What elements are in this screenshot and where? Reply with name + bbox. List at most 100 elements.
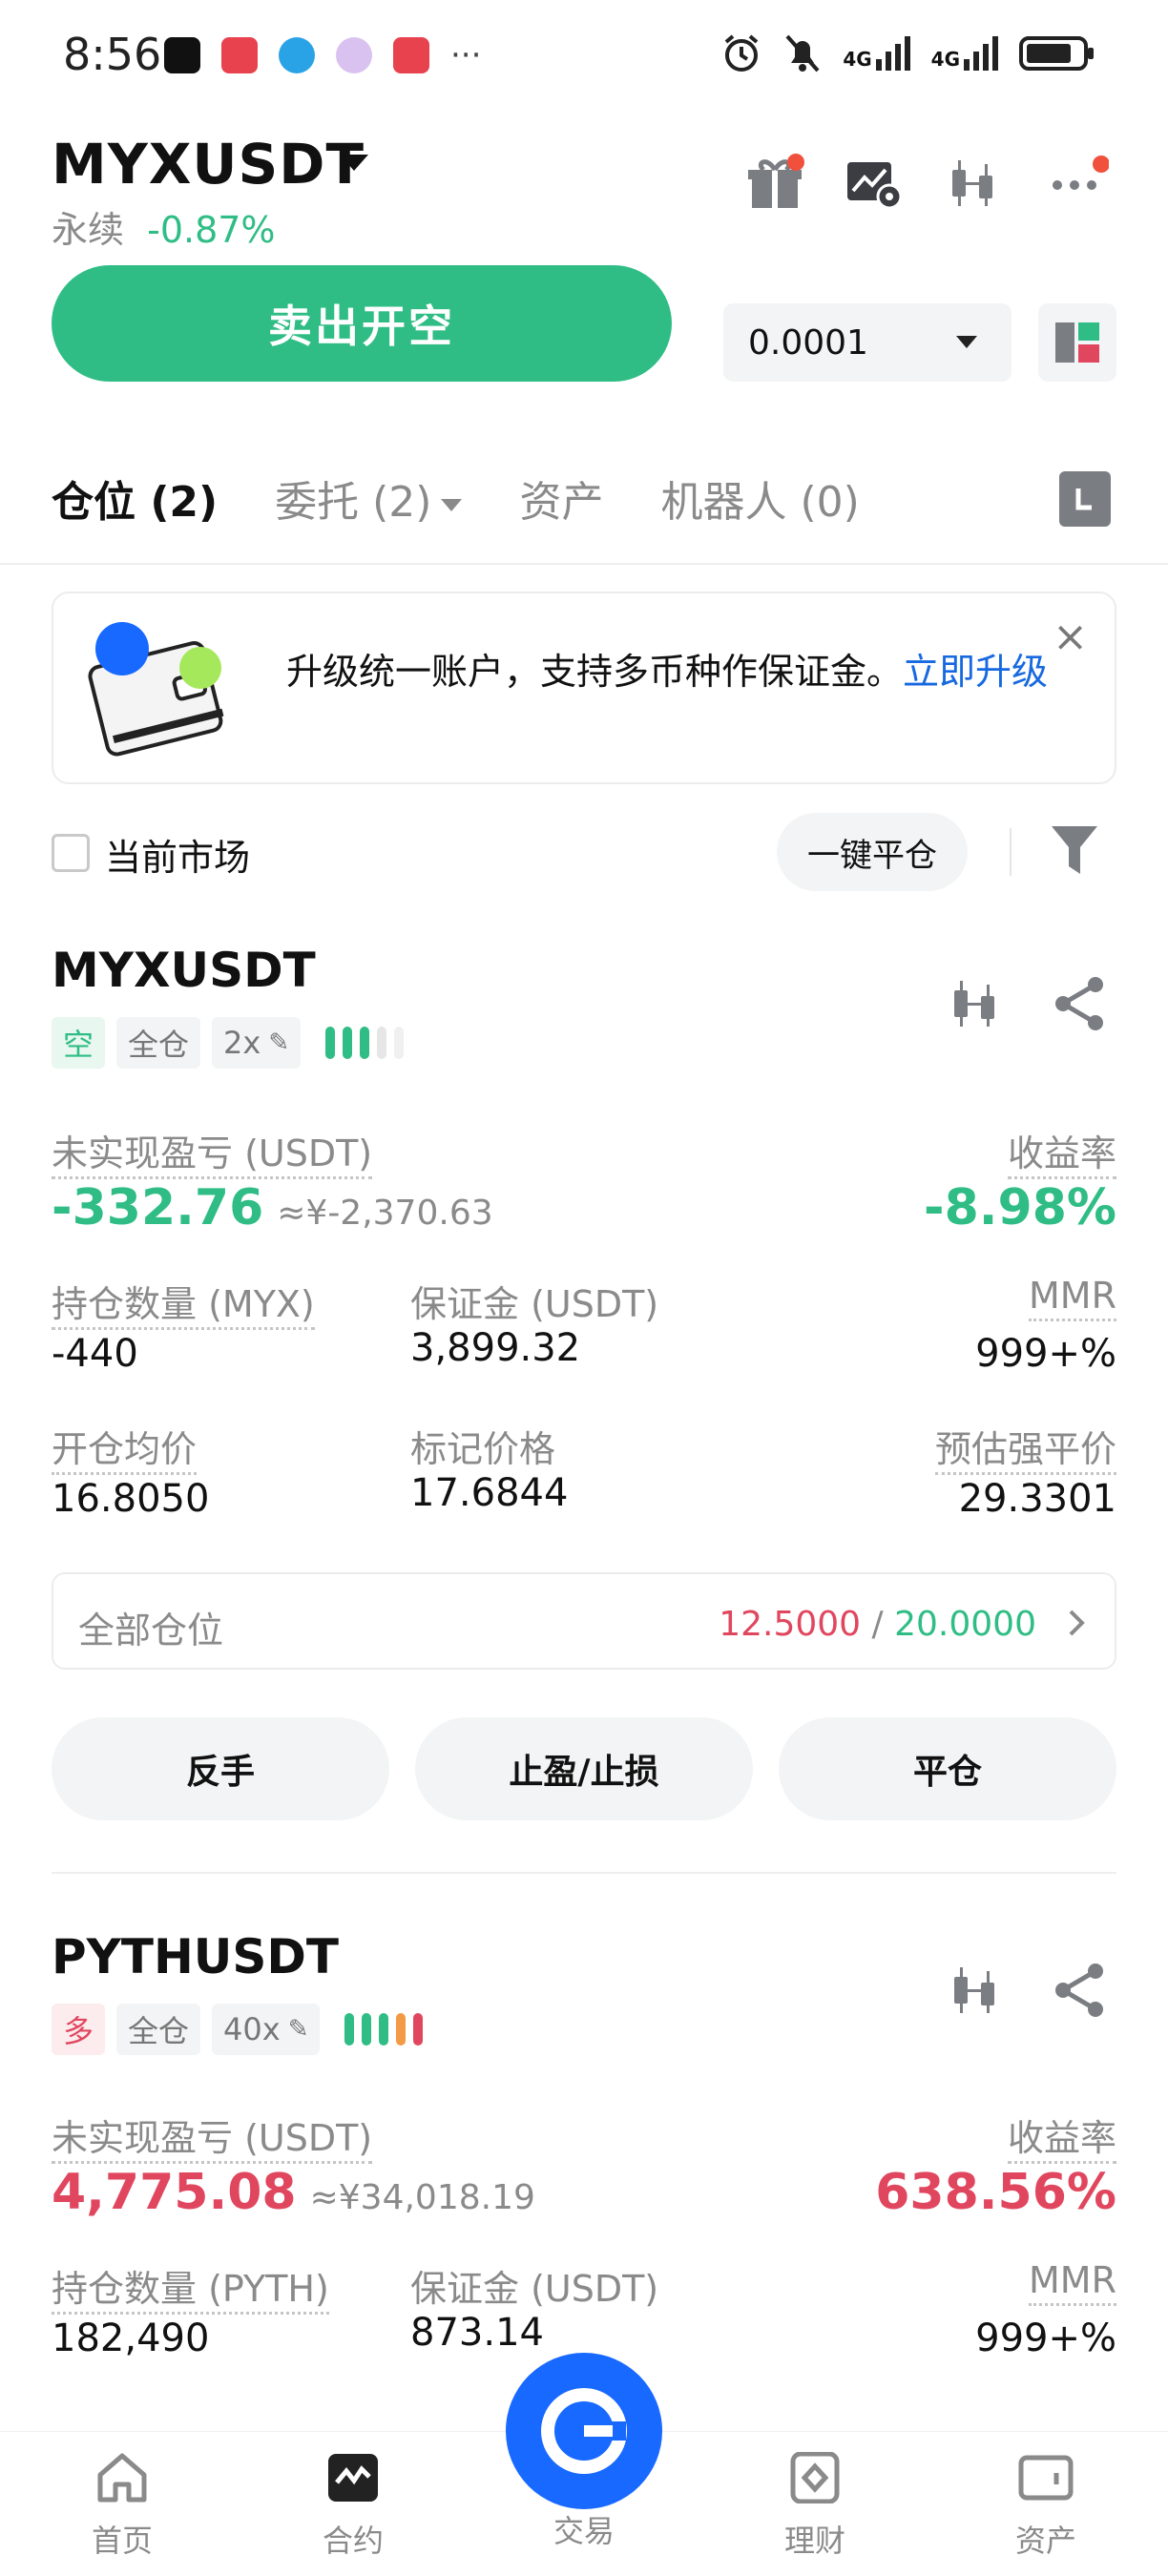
chevron-right-icon <box>1069 1610 1085 1636</box>
quantity-value: 0.0001 <box>748 322 868 363</box>
position-divider <box>52 1872 1116 1874</box>
mute-icon <box>785 34 820 73</box>
huawei-app-icon <box>221 37 258 73</box>
risk-bar <box>325 1027 336 1059</box>
candlestick-icon[interactable] <box>945 973 1006 1034</box>
layout-icon <box>1055 322 1099 363</box>
nav-trade-label[interactable]: 交易 <box>508 2498 660 2551</box>
gallery-icon <box>336 37 372 73</box>
filter-icon[interactable] <box>1050 822 1099 876</box>
all-positions-row[interactable]: 全部仓位 12.5000 / 20.0000 <box>52 1572 1116 1670</box>
unrealized-pnl-label: 未实现盈亏 (USDT) <box>52 1124 373 1179</box>
roe-label: 收益率 <box>1007 1124 1116 1179</box>
quantity-precision-select[interactable]: 0.0001 <box>723 303 1012 382</box>
upgrade-banner[interactable]: 升级统一账户，支持多币种作保证金。立即升级 × <box>52 592 1116 784</box>
all-positions-label: 全部仓位 <box>78 1610 224 1652</box>
more-notifications: ··· <box>450 36 482 74</box>
entry-price-label: 开仓均价 <box>52 1420 198 1475</box>
close-position-button[interactable]: 平仓 <box>779 1717 1116 1820</box>
history-icon[interactable] <box>1059 471 1111 527</box>
all-positions-values: 12.5000 / 20.0000 <box>719 1605 1036 1644</box>
roe-label: 收益率 <box>1007 2109 1116 2164</box>
risk-bar <box>362 2013 372 2046</box>
current-market-checkbox[interactable] <box>52 834 90 872</box>
mmr-label: MMR <box>1029 1275 1116 1321</box>
position-tabs: 仓位 (2) 委托 (2) 资产 机器人 (0) <box>52 467 860 529</box>
pair-selector[interactable]: MYXUSDT <box>52 132 365 197</box>
upgrade-link[interactable]: 立即升级 <box>903 651 1048 693</box>
mark-price-value: 17.6844 <box>410 1471 569 1515</box>
entry-price-value: 16.8050 <box>52 1477 210 1521</box>
signal-2-icon: 4G <box>931 36 998 71</box>
nav-home[interactable]: 首页 <box>46 2452 198 2561</box>
position-size-value: 182,490 <box>52 2316 210 2360</box>
trade-icon <box>541 2388 627 2474</box>
tab-positions[interactable]: 仓位 (2) <box>52 467 218 529</box>
wallet-icon <box>1018 2455 1074 2501</box>
position-symbol[interactable]: MYXUSDT <box>52 943 316 998</box>
mark-price-label: 标记价格 <box>410 1428 556 1470</box>
candlestick-icon[interactable] <box>943 153 1004 214</box>
unrealized-pnl-value: -332.76 <box>52 1179 264 1236</box>
nav-finance[interactable]: 理财 <box>739 2451 891 2561</box>
unrealized-pnl-label: 未实现盈亏 (USDT) <box>52 2109 373 2164</box>
chevron-down-icon[interactable] <box>340 155 368 171</box>
position-tags: 多 全仓 40x ✎ <box>52 2004 424 2055</box>
current-market-label: 当前市场 <box>105 837 251 879</box>
finance-icon <box>790 2451 840 2504</box>
candlestick-icon[interactable] <box>945 1960 1006 2021</box>
huawei-store-icon <box>393 37 429 73</box>
more-icon[interactable] <box>1048 153 1109 214</box>
unrealized-pnl-cny: ≈¥-2,370.63 <box>277 1194 493 1233</box>
risk-bar <box>377 1027 387 1059</box>
status-app-icons: ··· <box>164 36 481 74</box>
wallet-illustration-icon <box>88 622 224 757</box>
share-icon[interactable] <box>1050 1960 1111 2021</box>
tab-bots[interactable]: 机器人 (0) <box>660 467 859 529</box>
roe-value: -8.98% <box>924 1179 1116 1236</box>
orderbook-layout-button[interactable] <box>1038 303 1116 382</box>
battery-icon <box>1019 36 1094 71</box>
position-size-label: 持仓数量 (PYTH) <box>52 2259 329 2315</box>
gift-icon[interactable] <box>744 153 805 214</box>
risk-bar <box>396 2013 407 2046</box>
risk-bar <box>394 1027 405 1059</box>
alarm-icon <box>725 34 759 72</box>
margin-label: 保证金 (USDT) <box>410 1283 659 1325</box>
tiktok-icon <box>164 37 200 73</box>
risk-level-bars <box>344 2013 424 2046</box>
unrealized-pnl-value: 4,775.08 <box>52 2164 297 2221</box>
pair-subtitle: 永续 -0.87% <box>52 200 276 253</box>
close-all-button[interactable]: 一键平仓 <box>777 813 968 891</box>
unrealized-pnl-cny: ≈¥34,018.19 <box>309 2178 535 2217</box>
reverse-button[interactable]: 反手 <box>52 1717 389 1820</box>
position-symbol[interactable]: PYTHUSDT <box>52 1929 339 1984</box>
close-icon[interactable]: × <box>1053 616 1088 658</box>
position-size-label: 持仓数量 (MYX) <box>52 1275 315 1330</box>
contract-type: 永续 <box>52 209 125 251</box>
side-badge: 多 <box>52 2004 106 2055</box>
liq-price-label: 预估强平价 <box>934 1420 1116 1475</box>
tab-assets[interactable]: 资产 <box>519 467 603 529</box>
leverage-button[interactable]: 2x ✎ <box>212 1017 302 1069</box>
sell-open-short-button[interactable]: 卖出开空 <box>52 265 672 382</box>
futures-icon <box>328 2454 378 2502</box>
edit-icon: ✎ <box>287 2015 309 2044</box>
mmr-value: 999+% <box>975 1332 1116 1376</box>
share-icon[interactable] <box>1050 973 1111 1034</box>
unrealized-pnl: 4,775.08 ≈¥34,018.19 <box>52 2164 535 2221</box>
risk-bar <box>360 1027 370 1059</box>
leverage-button[interactable]: 40x ✎ <box>212 2004 321 2055</box>
nav-assets[interactable]: 资产 <box>970 2452 1122 2561</box>
tp-sl-button[interactable]: 止盈/止损 <box>415 1717 753 1820</box>
risk-bar <box>344 2013 355 2046</box>
mmr-value: 999+% <box>975 2316 1116 2360</box>
chart-settings-icon[interactable] <box>844 153 905 214</box>
margin-value: 3,899.32 <box>410 1326 581 1370</box>
trade-fab-button[interactable] <box>506 2353 662 2509</box>
nav-futures[interactable]: 合约 <box>277 2452 429 2561</box>
filter-divider <box>1010 828 1012 876</box>
chevron-down-icon <box>956 336 977 348</box>
margin-mode-badge: 全仓 <box>116 2004 201 2055</box>
tab-orders[interactable]: 委托 (2) <box>275 467 463 529</box>
